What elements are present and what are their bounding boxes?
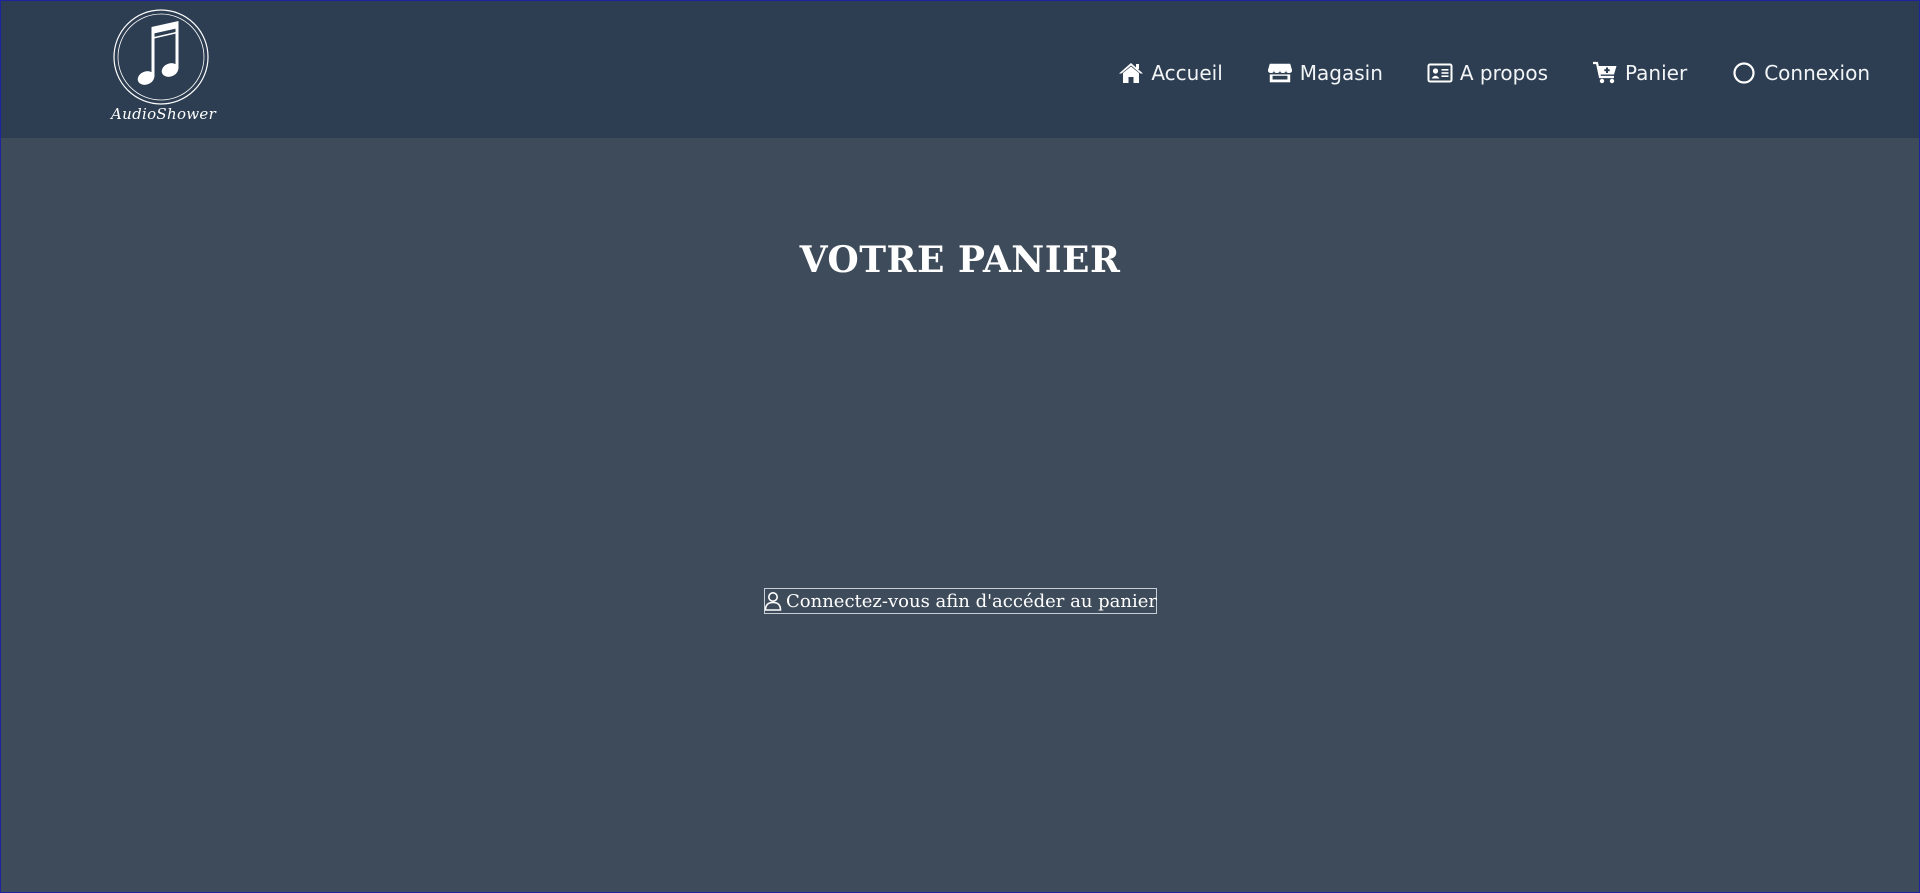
header: AudioShower Accueil Magasin A propos Pan… bbox=[1, 1, 1919, 138]
nav-label: Magasin bbox=[1299, 61, 1383, 85]
nav-item-accueil[interactable]: Accueil bbox=[1118, 61, 1223, 85]
nav-label: A propos bbox=[1459, 61, 1548, 85]
page-title: VOTRE PANIER bbox=[799, 239, 1121, 281]
logo-text: AudioShower bbox=[111, 105, 217, 123]
main-nav: Accueil Magasin A propos Panier Connexio… bbox=[1118, 57, 1870, 89]
circle-icon bbox=[1731, 61, 1757, 85]
nav-label: Connexion bbox=[1764, 61, 1870, 85]
user-icon bbox=[764, 590, 782, 612]
cart-icon bbox=[1592, 61, 1618, 85]
logo[interactable]: AudioShower bbox=[111, 7, 217, 131]
nav-item-magasin[interactable]: Magasin bbox=[1267, 61, 1383, 85]
login-prompt-link[interactable]: Connectez-vous afin d'accéder au panier bbox=[764, 588, 1157, 614]
nav-label: Accueil bbox=[1151, 61, 1223, 85]
store-icon bbox=[1267, 61, 1293, 85]
nav-item-panier[interactable]: Panier bbox=[1592, 61, 1687, 85]
id-card-icon bbox=[1427, 61, 1453, 85]
music-note-icon bbox=[113, 9, 209, 105]
nav-label: Panier bbox=[1625, 61, 1688, 85]
home-icon bbox=[1118, 61, 1144, 85]
page: AudioShower Accueil Magasin A propos Pan… bbox=[0, 0, 1920, 893]
nav-item-connexion[interactable]: Connexion bbox=[1731, 61, 1870, 85]
nav-item-a-propos[interactable]: A propos bbox=[1427, 61, 1548, 85]
login-prompt-text: Connectez-vous afin d'accéder au panier bbox=[786, 590, 1158, 612]
